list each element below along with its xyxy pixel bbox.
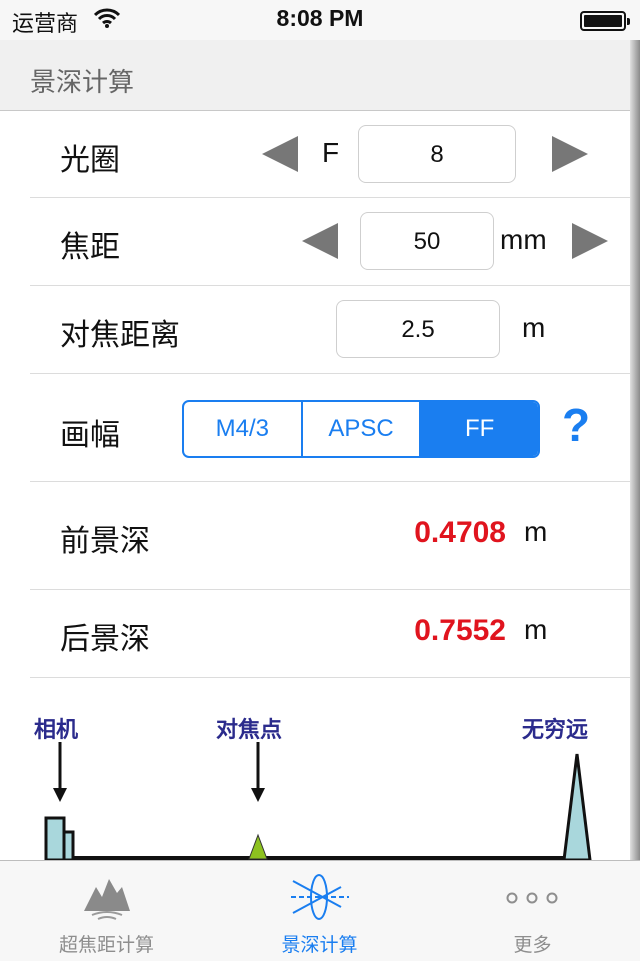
tab-dof-label: 景深计算: [281, 934, 358, 956]
infinity-shape-icon: [562, 753, 592, 862]
focal-length-unit: mm: [500, 224, 547, 255]
format-option-apsc[interactable]: APSC: [303, 402, 422, 456]
aperture-decrease-icon[interactable]: [262, 136, 298, 172]
lens-icon: [291, 874, 349, 920]
more-dots-icon: [506, 892, 558, 904]
status-bar: 运营商 8:08 PM: [0, 0, 640, 40]
aperture-prefix: F: [322, 137, 340, 168]
front-dof-value: 0.4708: [414, 516, 506, 549]
format-option-ff[interactable]: FF: [421, 402, 538, 456]
focal-length-increase-icon[interactable]: [572, 223, 608, 259]
aperture-increase-icon[interactable]: [552, 136, 588, 172]
front-dof-unit: m: [524, 516, 548, 547]
rear-dof-value: 0.7552: [414, 614, 506, 647]
focal-length-label: 焦距: [60, 230, 120, 265]
front-dof-row: 前景深 0.4708 m: [30, 482, 630, 590]
aperture-row: 光圈 F 8: [30, 111, 630, 198]
focus-point-marker-icon: [248, 833, 268, 860]
help-icon[interactable]: ?: [562, 398, 590, 452]
focus-distance-input[interactable]: 2.5: [336, 300, 500, 358]
format-label: 画幅: [60, 418, 120, 453]
focus-distance-label: 对焦距离: [60, 318, 180, 353]
clock: 8:08 PM: [276, 5, 364, 31]
battery-icon: [580, 11, 630, 31]
tab-bar: 超焦距计算 景深计算 更多: [0, 860, 640, 961]
camera-arrow-icon: [53, 742, 67, 802]
tab-more[interactable]: 更多: [426, 861, 639, 961]
tab-hyperfocal-label: 超焦距计算: [58, 934, 154, 956]
focal-length-row: 焦距 50 mm: [30, 198, 630, 286]
scroll-edge: [630, 40, 640, 860]
nav-bar: 景深计算: [0, 40, 640, 111]
format-option-m43[interactable]: M4/3: [184, 402, 303, 456]
focus-distance-unit: m: [522, 312, 546, 343]
tab-dof[interactable]: 景深计算: [213, 861, 426, 961]
focus-point-arrow-icon: [251, 742, 265, 802]
rear-dof-unit: m: [524, 614, 548, 645]
focal-length-decrease-icon[interactable]: [302, 223, 338, 259]
mountain-icon: [84, 879, 130, 920]
page-title: 景深计算: [30, 68, 135, 98]
rear-dof-label: 后景深: [60, 622, 150, 657]
aperture-input[interactable]: 8: [358, 125, 516, 183]
tab-hyperfocal[interactable]: 超焦距计算: [0, 861, 213, 961]
focus-distance-row: 对焦距离 2.5 m: [30, 286, 630, 374]
dof-diagram: [44, 742, 592, 862]
tab-more-label: 更多: [513, 934, 552, 956]
camera-shape-icon: [44, 816, 75, 862]
front-dof-label: 前景深: [60, 524, 150, 559]
rear-dof-row: 后景深 0.7552 m: [30, 590, 630, 678]
aperture-label: 光圈: [60, 143, 120, 178]
focal-length-input[interactable]: 50: [360, 212, 494, 270]
format-segmented-control: M4/3 APSC FF: [182, 400, 540, 458]
